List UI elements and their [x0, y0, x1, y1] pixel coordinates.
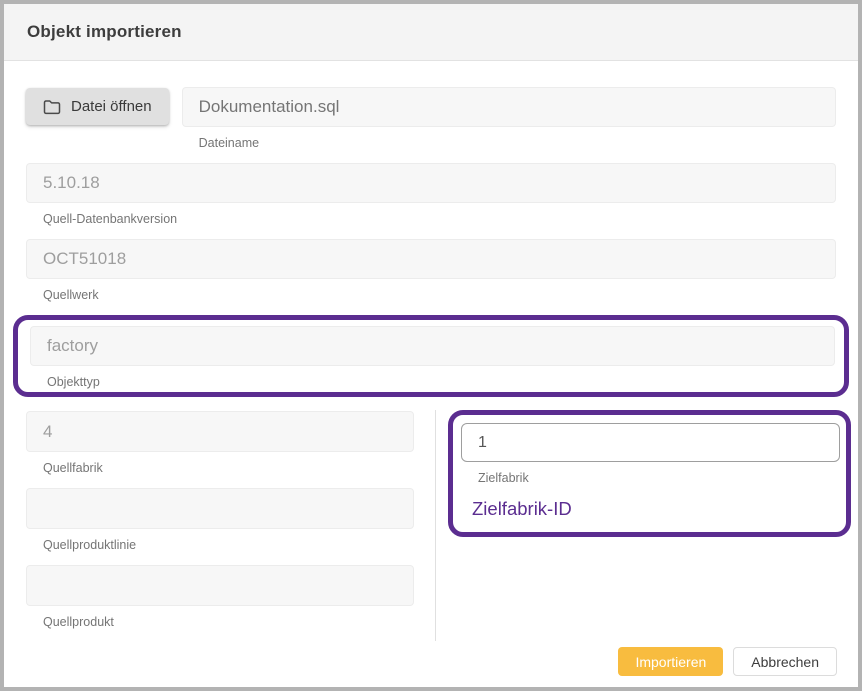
quellfabrik-input[interactable] — [26, 411, 414, 452]
open-file-button[interactable]: Datei öffnen — [26, 88, 169, 125]
objekttyp-input[interactable] — [30, 326, 835, 366]
quellwerk-input[interactable] — [26, 239, 836, 279]
dialog-content: Datei öffnen Dateiname Quell-Datenbankve… — [4, 61, 858, 647]
filename-input[interactable] — [182, 87, 836, 127]
objekttyp-highlight-annotation: Objekttyp — [13, 315, 849, 397]
open-file-button-label: Datei öffnen — [71, 98, 152, 115]
quellwerk-label: Quellwerk — [43, 288, 836, 302]
quellprodukt-label: Quellprodukt — [43, 615, 414, 629]
quellfabrik-label: Quellfabrik — [43, 461, 414, 475]
target-column: Zielfabrik Zielfabrik-ID — [448, 410, 851, 537]
import-button[interactable]: Importieren — [618, 647, 723, 676]
dialog-footer: Importieren Abbrechen — [4, 647, 858, 687]
filename-label: Dateiname — [199, 136, 836, 150]
quellproduktlinie-input[interactable] — [26, 488, 414, 529]
quell-datenbankversion-group: Quell-Datenbankversion — [26, 163, 836, 226]
cancel-button[interactable]: Abbrechen — [733, 647, 837, 676]
folder-icon — [43, 99, 61, 115]
quellprodukt-group: Quellprodukt — [26, 565, 414, 629]
quellproduktlinie-label: Quellproduktlinie — [43, 538, 414, 552]
dialog-title: Objekt importieren — [27, 22, 182, 42]
dialog-header: Objekt importieren — [4, 4, 858, 61]
quellwerk-group: Quellwerk — [26, 239, 836, 302]
quell-datenbankversion-input[interactable] — [26, 163, 836, 203]
zielfabrik-highlight-annotation: Zielfabrik Zielfabrik-ID — [448, 410, 851, 537]
objekttyp-label: Objekttyp — [47, 375, 835, 389]
column-divider — [435, 410, 436, 641]
columns-section: Quellfabrik Quellproduktlinie Quellprodu… — [26, 410, 836, 641]
source-column: Quellfabrik Quellproduktlinie Quellprodu… — [26, 411, 414, 629]
zielfabrik-input[interactable] — [461, 423, 840, 462]
zielfabrik-label: Zielfabrik — [478, 471, 840, 485]
file-row: Datei öffnen Dateiname — [26, 87, 836, 150]
quellprodukt-input[interactable] — [26, 565, 414, 606]
quellproduktlinie-group: Quellproduktlinie — [26, 488, 414, 552]
quellfabrik-group: Quellfabrik — [26, 411, 414, 475]
quell-datenbankversion-label: Quell-Datenbankversion — [43, 212, 836, 226]
zielfabrik-id-annotation-text: Zielfabrik-ID — [472, 498, 840, 519]
